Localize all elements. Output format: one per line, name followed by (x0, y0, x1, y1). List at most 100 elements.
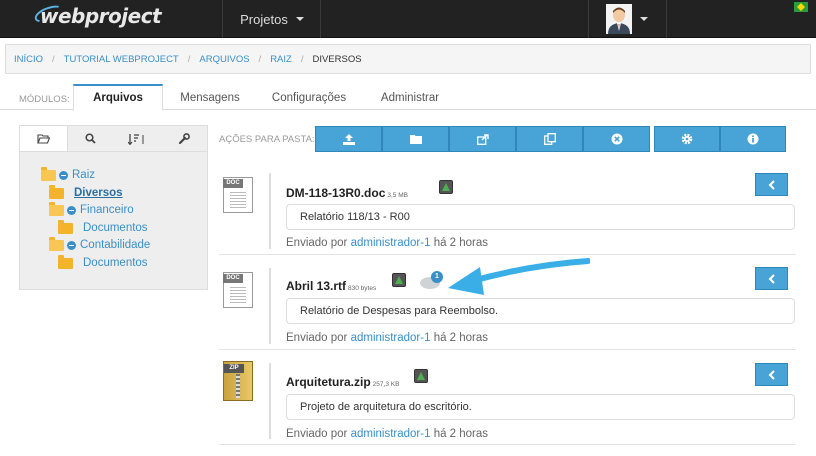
modules-label: MÓDULOS: (19, 94, 70, 105)
file-name[interactable]: DM-118-13R0.doc 3,5 MB (286, 186, 408, 200)
navbar-divider (222, 0, 223, 38)
tree-node-label: Raiz (72, 169, 96, 181)
settings-button[interactable] (654, 126, 720, 152)
file-upload-info: Enviado por administrador-1 há 2 horas (286, 237, 489, 249)
projects-label: Projetos (240, 11, 288, 27)
folder-icon (58, 254, 73, 269)
uploader-link[interactable]: administrador-1 (351, 332, 431, 344)
upload-button[interactable] (315, 126, 382, 152)
file-row: DOC DM-118-13R0.doc 3,5 MB Relatório 118/… (219, 165, 796, 255)
share-button[interactable] (449, 126, 516, 152)
tree-panel-tabs (20, 126, 207, 152)
chevron-down-icon (295, 17, 304, 21)
tab-search[interactable] (68, 126, 115, 151)
gear-icon (681, 133, 693, 145)
language-flag-icon[interactable] (794, 2, 808, 12)
close-circle-icon (611, 133, 622, 145)
breadcrumb-inicio[interactable]: INÍCIO (14, 54, 43, 65)
file-size: 3,5 MB (387, 192, 408, 199)
tree-node-diversos[interactable]: Diversos (49, 184, 123, 201)
logo-text: webproject (40, 4, 162, 28)
folder-settings-group (654, 126, 786, 152)
uploader-link[interactable]: administrador-1 (351, 237, 431, 249)
collapse-icon[interactable] (67, 240, 76, 250)
chevron-left-icon (768, 273, 775, 284)
info-icon (747, 133, 759, 145)
zip-file-icon: ZIP (223, 361, 253, 401)
chevron-left-icon (768, 369, 775, 380)
collapse-icon[interactable] (67, 205, 76, 215)
search-icon (85, 133, 96, 144)
breadcrumb-raiz[interactable]: RAIZ (270, 54, 292, 65)
tree-node-documentos-financeiro[interactable]: Documentos (58, 219, 148, 236)
tree-node-documentos-contabilidade[interactable]: Documentos (58, 254, 148, 271)
collapse-file-button[interactable] (755, 363, 788, 386)
upload-icon (342, 133, 355, 145)
folder-tree-panel: Raiz Diversos Financeiro Documentos Cont… (19, 125, 208, 290)
tab-sort[interactable] (114, 126, 161, 151)
folder-icon (409, 135, 422, 144)
file-size: 830 bytes (348, 285, 377, 292)
collapse-file-button[interactable] (755, 173, 788, 196)
chevron-left-icon (768, 179, 775, 190)
copy-button[interactable] (516, 126, 583, 152)
version-tree-icon[interactable] (392, 273, 406, 287)
uploader-link[interactable]: administrador-1 (351, 428, 431, 440)
version-tree-icon[interactable] (414, 369, 428, 383)
tab-configuracoes[interactable]: Configurações (260, 84, 358, 111)
file-description: Relatório 118/13 - R00 (286, 204, 795, 230)
folder-actions-group (315, 126, 650, 152)
doc-file-icon: DOC (223, 272, 253, 308)
folder-actions-label: AÇÕES PARA PASTA: (219, 134, 315, 145)
folder-open-icon (49, 201, 64, 216)
user-avatar-icon (606, 4, 632, 34)
folder-icon (49, 184, 64, 199)
tab-folder-tree[interactable] (20, 126, 68, 151)
comments-icon[interactable]: 1 (420, 271, 443, 289)
folder-icon (58, 219, 73, 234)
tab-mensagens[interactable]: Mensagens (170, 84, 250, 111)
file-name[interactable]: Abril 13.rtf 830 bytes (286, 279, 376, 293)
info-button[interactable] (720, 126, 786, 152)
tree-node-label: Contabilidade (80, 239, 151, 251)
version-tree-icon[interactable] (439, 180, 453, 194)
tab-arquivos[interactable]: Arquivos (73, 84, 163, 111)
navbar-divider (320, 0, 321, 38)
annotation-arrow-icon (448, 258, 590, 295)
app-logo[interactable]: webproject (32, 2, 162, 29)
folder-open-icon (49, 236, 64, 251)
sort-icon (128, 133, 144, 145)
breadcrumb-tutorial[interactable]: TUTORIAL WEBPROJECT (64, 54, 179, 65)
collapse-file-button[interactable] (755, 267, 788, 290)
tree-node-raiz[interactable]: Raiz (41, 166, 96, 183)
top-navbar: webproject Projetos (0, 0, 816, 38)
tab-administrar[interactable]: Administrar (368, 84, 452, 111)
wrench-icon (178, 132, 190, 144)
file-size: 257,3 KB (372, 381, 400, 388)
breadcrumb-arquivos[interactable]: ARQUIVOS (199, 54, 249, 65)
delete-button[interactable] (583, 126, 650, 152)
tree-node-label: Financeiro (80, 204, 134, 216)
tab-tools[interactable] (161, 126, 208, 151)
collapse-icon[interactable] (59, 170, 68, 180)
file-upload-info: Enviado por administrador-1 há 2 horas (286, 428, 489, 440)
file-name[interactable]: Arquitetura.zip 257,3 KB (286, 375, 399, 389)
share-icon (476, 133, 489, 145)
modules-tabs: MÓDULOS: Arquivos Mensagens Configuraçõe… (0, 82, 816, 111)
breadcrumb: INÍCIO / TUTORIAL WEBPROJECT / ARQUIVOS … (5, 44, 811, 74)
doc-file-icon: DOC (223, 177, 253, 213)
chevron-down-icon (640, 17, 648, 21)
copy-icon (543, 133, 556, 145)
file-upload-info: Enviado por administrador-1 há 2 horas (286, 332, 489, 344)
file-row: ZIP Arquitetura.zip 257,3 KB Projeto de a… (219, 355, 796, 445)
breadcrumb-current: DIVERSOS (312, 53, 362, 65)
user-menu[interactable] (588, 0, 666, 38)
projects-dropdown[interactable]: Projetos (232, 0, 312, 38)
tree-node-label: Documentos (83, 257, 148, 269)
tree-node-contabilidade[interactable]: Contabilidade (49, 236, 151, 253)
file-description: Projeto de arquitetura do escritório. (286, 394, 795, 420)
folder-open-icon (41, 166, 56, 181)
tree-node-label: Diversos (74, 187, 123, 199)
new-folder-button[interactable] (382, 126, 449, 152)
tree-node-financeiro[interactable]: Financeiro (49, 201, 134, 218)
